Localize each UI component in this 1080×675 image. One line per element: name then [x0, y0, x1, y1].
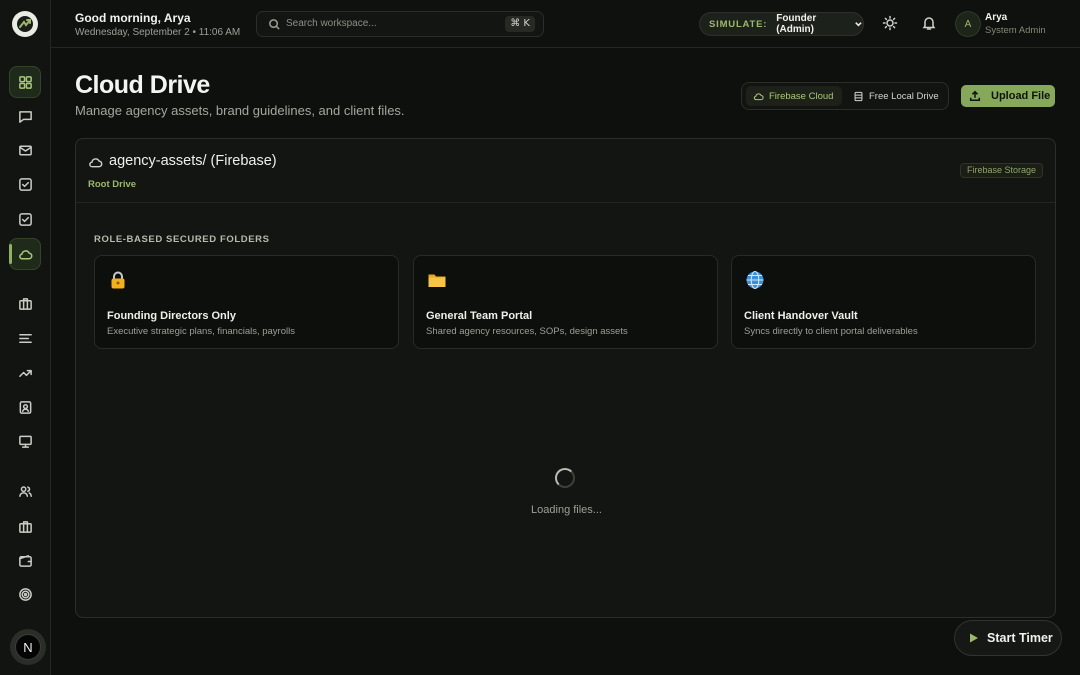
simulate-role-dropdown[interactable]: SIMULATE: Founder (Admin) [699, 12, 864, 36]
folder-card-general-team[interactable]: General Team Portal Shared agency resour… [413, 255, 718, 349]
lock-icon [111, 271, 125, 289]
folder-icon [428, 274, 446, 287]
panel-header: agency-assets/ (Firebase) Root Drive Fir… [76, 139, 1055, 203]
sidebar-item-mail[interactable] [9, 134, 41, 166]
root-drive-breadcrumb[interactable]: Root Drive [88, 179, 136, 190]
search-icon [269, 19, 280, 30]
monitor-icon [18, 435, 32, 448]
avatar[interactable]: A [955, 11, 981, 37]
notifications-button[interactable] [921, 15, 937, 31]
contact-icon [19, 400, 31, 414]
users-icon [18, 485, 32, 497]
toggle-firebase-label: Firebase Cloud [769, 90, 834, 102]
briefcase-icon [18, 297, 32, 310]
play-icon [970, 633, 978, 643]
folder-description: Executive strategic plans, financials, p… [107, 326, 295, 337]
upload-label: Upload File [991, 90, 1051, 102]
folder-card-client-handover[interactable]: Client Handover Vault Syncs directly to … [731, 255, 1036, 349]
top-bar: Good morning, Arya Wednesday, September … [51, 0, 1080, 48]
start-timer-button[interactable]: Start Timer [954, 620, 1062, 656]
theme-toggle-button[interactable] [882, 15, 898, 31]
active-indicator [9, 244, 12, 264]
cloud-icon [753, 92, 764, 100]
toggle-local-label: Free Local Drive [869, 90, 939, 102]
sidebar-item-tasks[interactable] [9, 168, 41, 200]
upload-file-button[interactable]: Upload File [961, 85, 1055, 107]
folder-title: General Team Portal [426, 310, 533, 322]
globe-icon [746, 270, 764, 290]
upload-icon [969, 90, 981, 102]
sidebar-item-approvals[interactable] [9, 203, 41, 235]
user-name: Arya [985, 12, 1008, 23]
user-role: System Admin [985, 25, 1046, 36]
search-input[interactable]: Search workspace... ⌘ K [256, 11, 544, 37]
folder-card-founding-directors[interactable]: Founding Directors Only Executive strate… [94, 255, 399, 349]
timer-label: Start Timer [987, 631, 1053, 645]
user-badge[interactable]: N [15, 634, 41, 660]
bell-icon [922, 17, 936, 30]
cloud-icon [18, 249, 32, 259]
wallet-icon [18, 554, 32, 567]
checkbox-icon [18, 177, 32, 191]
simulate-value: Founder (Admin) [776, 13, 817, 35]
app-logo[interactable] [12, 11, 38, 37]
sidebar-item-contacts[interactable] [9, 391, 41, 423]
storage-badge: Firebase Storage [959, 163, 1043, 178]
sidebar-item-monitor[interactable] [9, 425, 41, 457]
search-shortcut: ⌘ K [505, 16, 535, 32]
page-title: Cloud Drive [75, 71, 210, 99]
sidebar-item-finance[interactable] [9, 544, 41, 576]
target-icon [18, 587, 32, 601]
database-icon [854, 91, 863, 101]
checkbox-icon [18, 212, 32, 226]
sidebar-item-list[interactable] [9, 322, 41, 354]
date-time: Wednesday, September 2 • 11:06 AM [75, 27, 241, 38]
section-title: ROLE-BASED SECURED FOLDERS [94, 234, 270, 245]
sidebar-item-analytics[interactable] [9, 356, 41, 388]
simulate-label: SIMULATE: [709, 18, 768, 30]
sidebar-item-clients[interactable] [9, 510, 41, 542]
sidebar-item-team[interactable] [9, 475, 41, 507]
sidebar-item-goals[interactable] [9, 578, 41, 610]
sidebar-item-projects[interactable] [9, 287, 41, 319]
chevron-down-icon [855, 22, 862, 27]
folder-description: Syncs directly to client portal delivera… [744, 326, 918, 337]
folder-description: Shared agency resources, SOPs, design as… [426, 326, 628, 337]
page-subtitle: Manage agency assets, brand guidelines, … [75, 103, 405, 118]
storage-toggle: Firebase Cloud Free Local Drive [741, 82, 949, 110]
dashboard-icon [18, 75, 32, 89]
sidebar: N [0, 0, 51, 675]
chat-icon [18, 110, 32, 123]
sidebar-item-dashboard[interactable] [9, 66, 41, 98]
sidebar-item-cloud-drive[interactable] [9, 238, 41, 270]
briefcase-icon [18, 520, 32, 533]
trending-icon [18, 369, 32, 377]
folder-title: Founding Directors Only [107, 310, 236, 322]
loading-text: Loading files... [531, 504, 602, 516]
list-icon [18, 333, 32, 343]
toggle-local-drive[interactable]: Free Local Drive [846, 86, 946, 106]
toggle-firebase-cloud[interactable]: Firebase Cloud [746, 86, 842, 106]
cloud-icon [89, 158, 103, 168]
drive-panel: agency-assets/ (Firebase) Root Drive Fir… [75, 138, 1056, 618]
mail-icon [18, 145, 32, 155]
drive-path-title: agency-assets/ (Firebase) [109, 153, 277, 169]
folder-title: Client Handover Vault [744, 310, 858, 322]
sun-icon [882, 15, 898, 31]
loading-spinner [555, 468, 575, 488]
search-placeholder: Search workspace... [286, 18, 377, 29]
sidebar-item-chat[interactable] [9, 100, 41, 132]
greeting: Good morning, Arya [75, 11, 191, 25]
